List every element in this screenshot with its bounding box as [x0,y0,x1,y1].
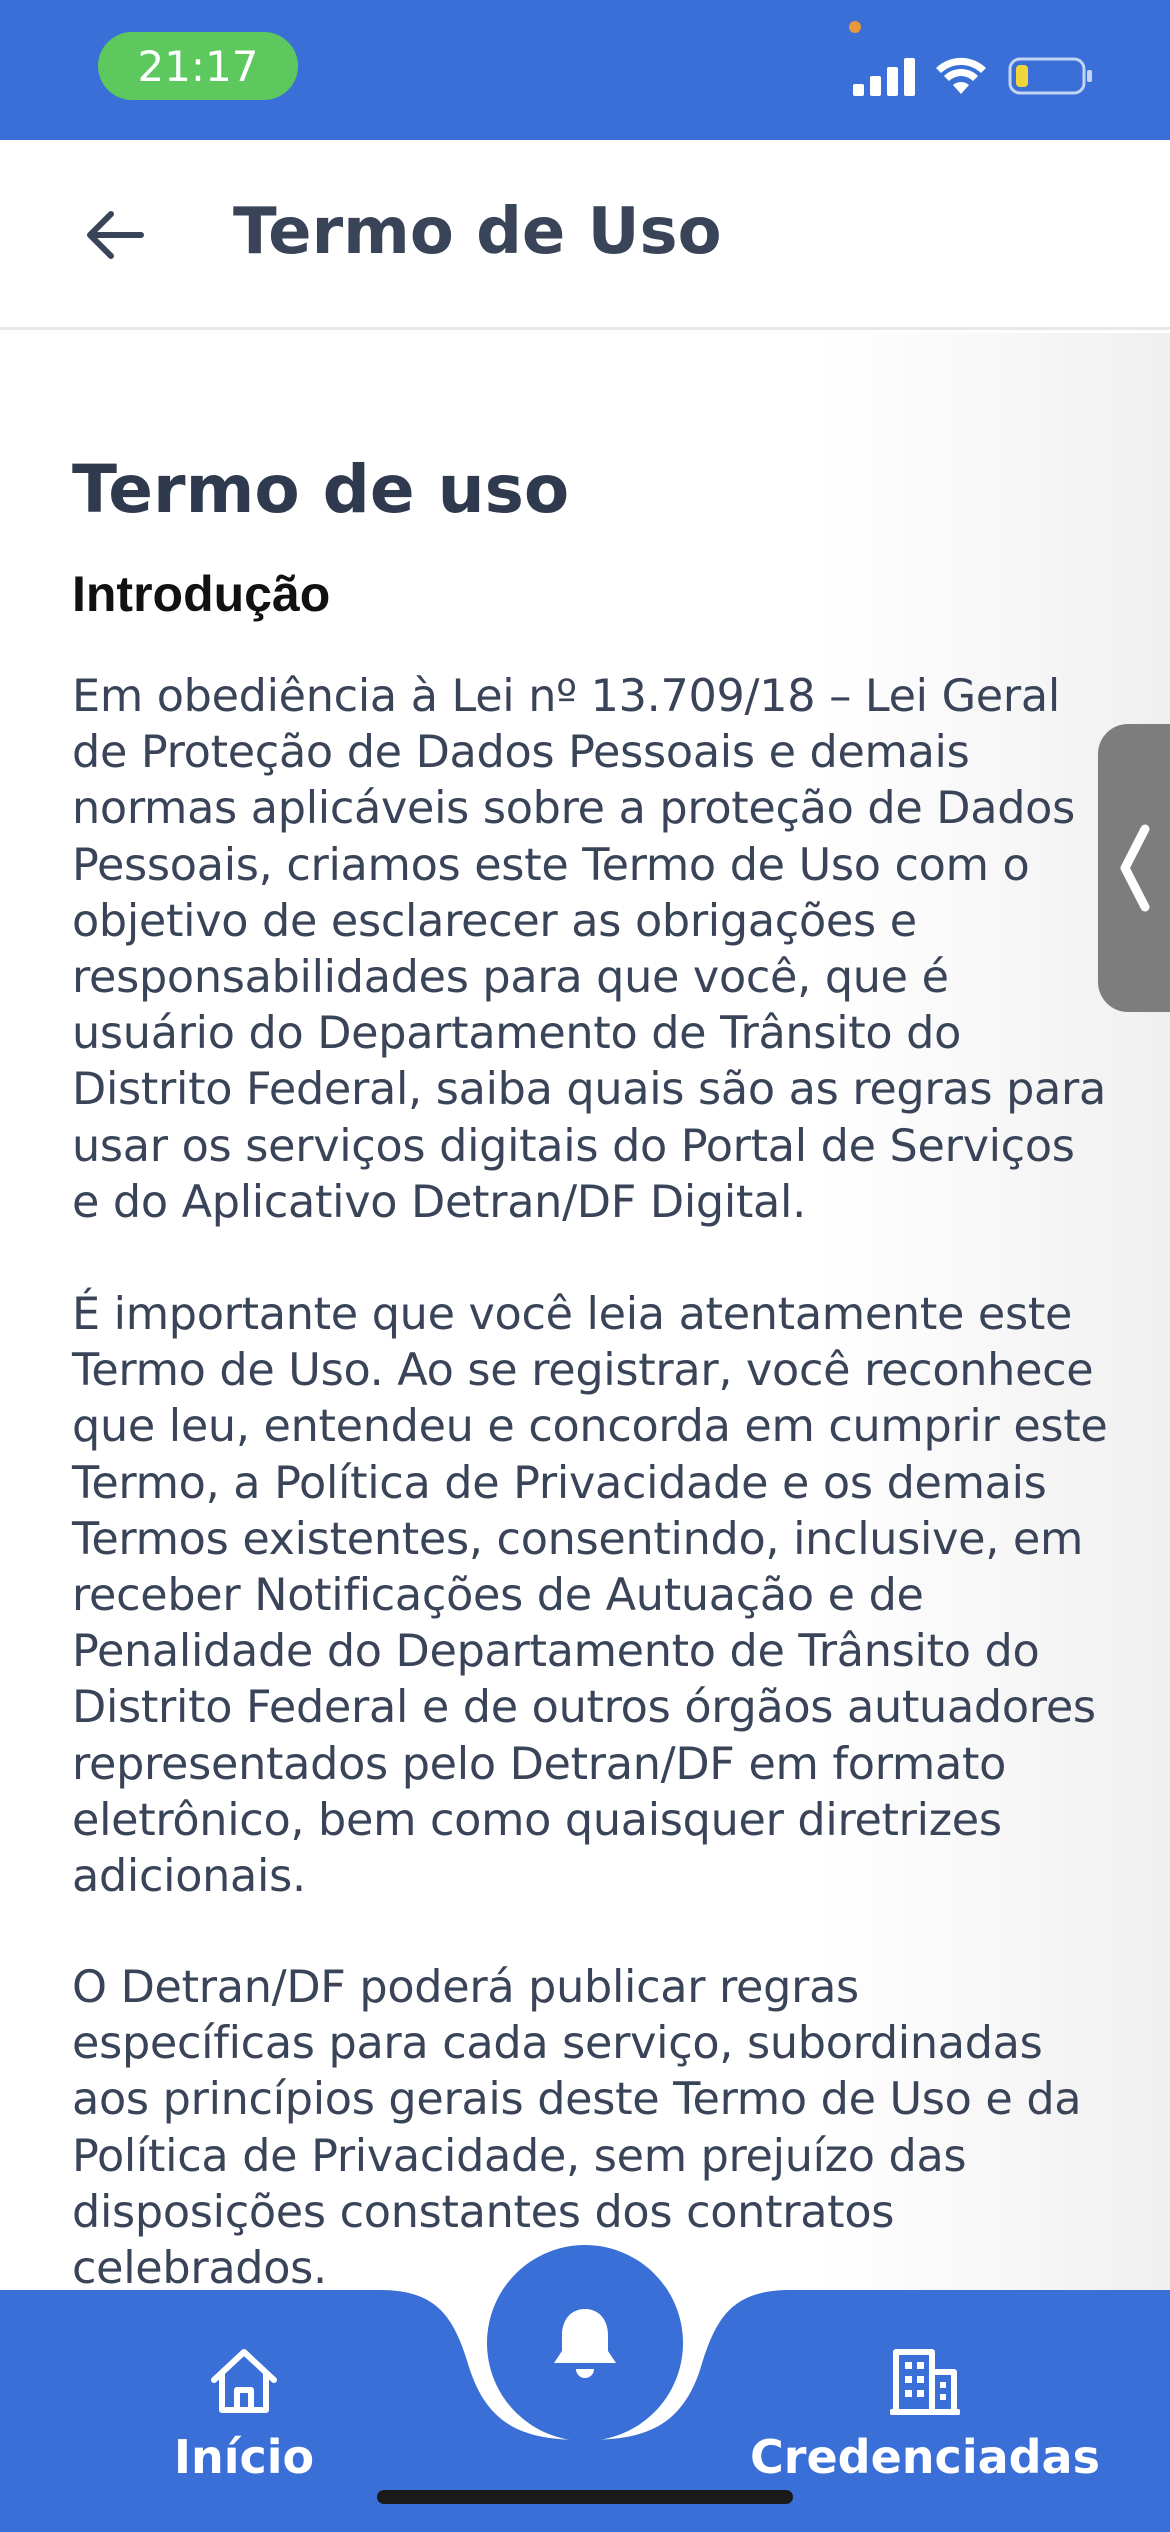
notifications-button[interactable] [487,2245,683,2441]
document-title: Termo de uso [72,451,570,528]
nav-home-label: Início [173,2430,315,2484]
back-button[interactable] [70,190,160,280]
home-icon [211,2349,277,2413]
page-title: Termo de Uso [233,195,722,269]
building-icon [890,2349,960,2415]
signal-icon [853,58,915,96]
side-panel-handle[interactable] [1098,724,1170,1012]
paragraph-3: O Detran/DF poderá publicar regras espec… [72,1962,1082,2290]
camera-indicator-dot [849,21,861,33]
chevron-left-icon [1120,824,1150,912]
bell-icon [554,2309,616,2378]
nav-home[interactable]: Início [160,2346,328,2496]
back-arrow-icon [87,211,144,259]
section-title: Introdução [72,566,331,622]
home-indicator [377,2490,793,2504]
status-time: 21:17 [98,32,298,100]
nav-credenciadas-label: Credenciadas [750,2430,1100,2484]
paragraph-1: Em obediência à Lei nº 13.709/18 – Lei G… [72,671,1106,1228]
status-bar: 21:17 [0,0,1170,140]
wifi-icon [936,57,986,94]
terms-content[interactable]: Termo de uso Introdução Em obediência à … [0,333,1170,2290]
battery-icon [1008,57,1092,95]
nav-credenciadas[interactable]: Credenciadas [750,2346,1100,2496]
paragraph-2: É importante que você leia atentamente e… [72,1289,1108,1903]
app-bar: Termo de Uso [0,140,1170,330]
